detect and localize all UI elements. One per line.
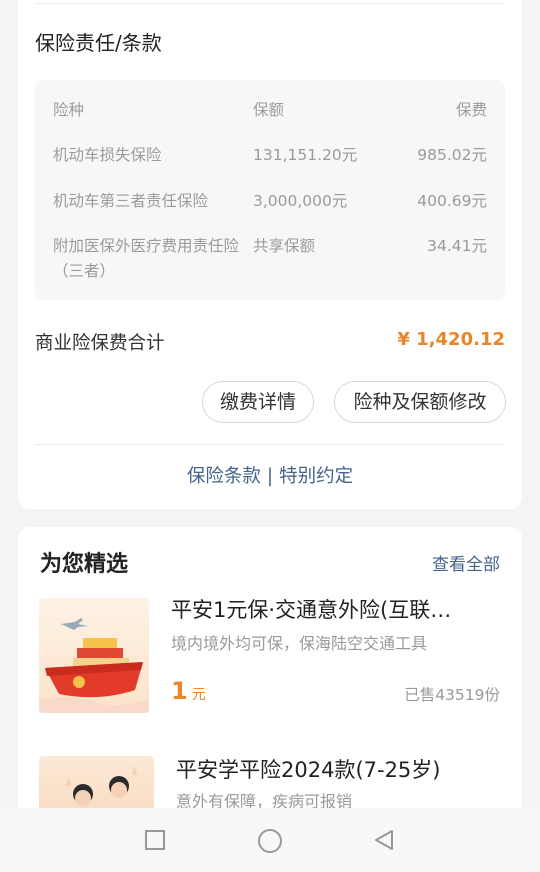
row-name: 机动车损失保险 bbox=[53, 146, 162, 164]
sold-count: 已售43519份 bbox=[404, 686, 500, 704]
link-separator: | bbox=[266, 466, 274, 487]
row-amount: 131,151.20元 bbox=[253, 146, 358, 164]
view-all-link[interactable]: 查看全部 bbox=[432, 550, 500, 575]
divider bbox=[35, 444, 505, 445]
row-name: 附加医保外医疗费用责任险（三者） bbox=[53, 237, 240, 280]
row-premium: 985.02元 bbox=[417, 146, 487, 164]
product-subtitle: 境内境外均可保，保海陆空交通工具 bbox=[171, 634, 428, 653]
circle-icon[interactable] bbox=[257, 828, 283, 854]
top-divider bbox=[36, 3, 504, 4]
modify-coverage-button[interactable]: 险种及保额修改 bbox=[334, 381, 506, 423]
product-price: 1元 bbox=[171, 677, 206, 705]
header-amount: 保额 bbox=[253, 101, 285, 119]
total-label: 商业险保费合计 bbox=[35, 333, 165, 354]
product-title[interactable]: 平安1元保·交通意外险(互联… bbox=[171, 594, 483, 624]
coverage-table: 险种 保额 保费 机动车损失保险 131,151.20元 985.02元 机动车… bbox=[35, 80, 505, 300]
price-unit: 元 bbox=[191, 687, 206, 703]
coverage-title: 保险责任/条款 bbox=[35, 31, 162, 55]
row-premium: 400.69元 bbox=[417, 192, 487, 210]
header-type: 险种 bbox=[53, 101, 85, 119]
terms-links: 保险条款 | 特别约定 bbox=[0, 462, 540, 488]
terms-link[interactable]: 保险条款 bbox=[187, 466, 261, 487]
header-premium: 保费 bbox=[455, 101, 487, 119]
product-image-ship[interactable] bbox=[39, 598, 149, 713]
product-image-students[interactable] bbox=[39, 756, 154, 816]
product-title[interactable]: 平安学平险2024款(7-25岁) bbox=[176, 754, 441, 784]
square-icon[interactable] bbox=[143, 828, 167, 852]
row-amount: 共享保额 bbox=[253, 237, 316, 255]
row-name: 机动车第三者责任保险 bbox=[53, 192, 209, 210]
recommend-title: 为您精选 bbox=[40, 552, 129, 577]
special-terms-link[interactable]: 特别约定 bbox=[279, 466, 353, 487]
row-premium: 34.41元 bbox=[427, 237, 487, 255]
price-number: 1 bbox=[171, 677, 188, 705]
row-amount: 3,000,000元 bbox=[253, 192, 348, 210]
back-triangle-icon[interactable] bbox=[372, 828, 396, 852]
system-nav-bar bbox=[0, 808, 540, 872]
payment-details-button[interactable]: 缴费详情 bbox=[202, 381, 314, 423]
total-value: ¥ 1,420.12 bbox=[397, 329, 505, 350]
